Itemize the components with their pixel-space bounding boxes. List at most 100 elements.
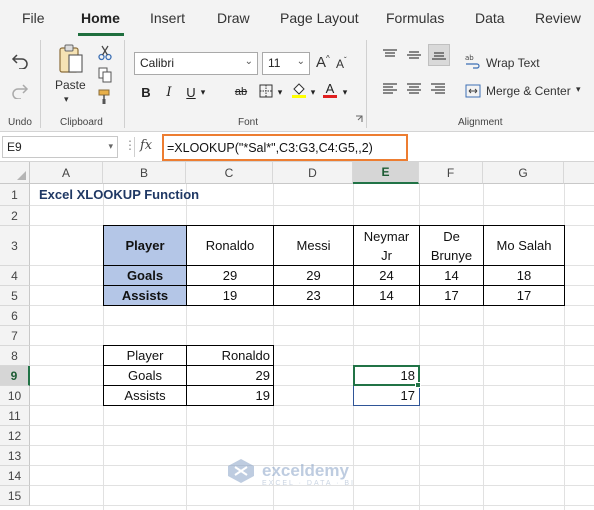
font-name-select[interactable]: Calibri ⌄ — [134, 52, 258, 75]
row-header-1[interactable]: 1 — [0, 184, 30, 206]
redo-icon[interactable] — [8, 80, 32, 102]
tab-draw[interactable]: Draw — [217, 10, 250, 26]
shrink-font-button[interactable]: Aˇ — [336, 56, 347, 71]
merge-center-button[interactable]: Merge & Center — [486, 84, 571, 98]
bold-button[interactable]: B — [138, 82, 154, 102]
main-table-goals-cell[interactable]: 29 — [186, 265, 274, 286]
main-table-assists-cell[interactable]: 14 — [353, 285, 420, 306]
font-dialog-launcher-icon[interactable] — [354, 114, 364, 124]
font-size-select[interactable]: 11 ⌄ — [262, 52, 310, 75]
main-table-player-name[interactable]: Neymar Jr — [353, 225, 420, 266]
undo-icon[interactable] — [8, 50, 32, 72]
lookup-label-assists[interactable]: Assists — [103, 385, 187, 406]
tab-page-layout[interactable]: Page Layout — [280, 10, 359, 26]
main-table-row-label-goals[interactable]: Goals — [103, 265, 187, 286]
wrap-text-button[interactable]: Wrap Text — [486, 56, 540, 70]
row-header-5[interactable]: 5 — [0, 286, 30, 306]
tab-file[interactable]: File — [22, 10, 45, 26]
strikethrough-button[interactable]: ab — [232, 82, 250, 102]
wrap-text-icon[interactable]: ab — [464, 52, 482, 70]
merge-center-dropdown-icon[interactable]: ▾ — [576, 84, 581, 95]
main-table-assists-cell[interactable]: 17 — [483, 285, 565, 306]
format-painter-icon[interactable] — [96, 88, 114, 106]
paste-label[interactable]: Paste — [55, 78, 86, 92]
formula-input[interactable]: =XLOOKUP("*Sal*",C3:G3,C4:G5,,2) — [162, 134, 408, 161]
tab-home[interactable]: Home — [81, 10, 120, 26]
main-table-player-name[interactable]: De Brunye — [419, 225, 484, 266]
paste-dropdown-icon[interactable]: ▾ — [64, 94, 69, 105]
copy-icon[interactable] — [96, 66, 114, 84]
paste-icon[interactable] — [54, 42, 88, 76]
lookup-value-assists[interactable]: 19 — [186, 385, 274, 406]
column-header-c[interactable]: C — [186, 162, 273, 184]
row-header-2[interactable]: 2 — [0, 206, 30, 226]
row-header-10[interactable]: 10 — [0, 386, 30, 406]
main-table-goals-cell[interactable]: 18 — [483, 265, 565, 286]
main-table-goals-cell[interactable]: 14 — [419, 265, 484, 286]
svg-text:ab: ab — [465, 54, 474, 62]
insert-function-icon[interactable]: fx — [140, 138, 152, 153]
align-left-icon[interactable] — [380, 80, 400, 98]
lookup-value-goals[interactable]: 29 — [186, 365, 274, 386]
fill-color-icon[interactable] — [290, 80, 308, 100]
row-header-12[interactable]: 12 — [0, 426, 30, 446]
main-table-player-name[interactable]: Mo Salah — [483, 225, 565, 266]
gridline — [30, 445, 594, 446]
main-table-goals-cell[interactable]: 29 — [273, 265, 354, 286]
tab-insert[interactable]: Insert — [150, 10, 185, 26]
sheet-title[interactable]: Excel XLOOKUP Function — [39, 187, 199, 202]
fill-color-dropdown-icon[interactable]: ▾ — [308, 82, 318, 102]
italic-button[interactable]: I — [162, 82, 176, 102]
align-right-icon[interactable] — [428, 80, 448, 98]
main-table-header-player[interactable]: Player — [103, 225, 187, 266]
lookup-label-goals[interactable]: Goals — [103, 365, 187, 386]
row-header-6[interactable]: 6 — [0, 306, 30, 326]
font-group-label: Font — [238, 117, 259, 128]
select-all-button[interactable] — [0, 162, 30, 184]
align-center-icon[interactable] — [404, 80, 424, 98]
tab-data[interactable]: Data — [475, 10, 505, 26]
underline-dropdown-icon[interactable]: ▾ — [198, 82, 208, 102]
row-header-11[interactable]: 11 — [0, 406, 30, 426]
row-header-3[interactable]: 3 — [0, 226, 30, 266]
row-header-4[interactable]: 4 — [0, 266, 30, 286]
gridline — [30, 425, 594, 426]
borders-icon[interactable] — [258, 83, 274, 99]
merge-center-icon[interactable] — [464, 82, 482, 100]
main-table-assists-cell[interactable]: 17 — [419, 285, 484, 306]
result-goals-cell[interactable]: 18 — [354, 366, 418, 385]
tab-review[interactable]: Review — [535, 10, 581, 26]
column-header-a[interactable]: A — [30, 162, 103, 184]
font-color-dropdown-icon[interactable]: ▾ — [340, 82, 350, 102]
row-header-9[interactable]: 9 — [0, 366, 30, 386]
main-table-player-name[interactable]: Messi — [273, 225, 354, 266]
borders-dropdown-icon[interactable]: ▾ — [275, 82, 285, 102]
row-header-7[interactable]: 7 — [0, 326, 30, 346]
main-table-player-name[interactable]: Ronaldo — [186, 225, 274, 266]
align-middle-icon[interactable] — [404, 46, 424, 64]
column-header-d[interactable]: D — [273, 162, 353, 184]
main-table-assists-cell[interactable]: 19 — [186, 285, 274, 306]
column-header-g[interactable]: G — [483, 162, 564, 184]
lookup-label-player[interactable]: Player — [103, 345, 187, 366]
lookup-value-player[interactable]: Ronaldo — [186, 345, 274, 366]
align-top-icon[interactable] — [380, 46, 400, 64]
cut-icon[interactable] — [96, 44, 114, 62]
name-box[interactable]: E9 ▾ — [2, 136, 118, 158]
underline-button[interactable]: U — [184, 82, 198, 102]
align-bottom-icon[interactable] — [428, 44, 450, 66]
font-color-icon[interactable]: A — [322, 80, 338, 100]
main-table-row-label-assists[interactable]: Assists — [103, 285, 187, 306]
column-header-b[interactable]: B — [103, 162, 186, 184]
main-table-assists-cell[interactable]: 23 — [273, 285, 354, 306]
row-header-14[interactable]: 14 — [0, 466, 30, 486]
main-table-goals-cell[interactable]: 24 — [353, 265, 420, 286]
row-header-13[interactable]: 13 — [0, 446, 30, 466]
grow-font-button[interactable]: A^ — [316, 54, 330, 71]
result-assists-cell[interactable]: 17 — [354, 386, 418, 405]
tab-formulas[interactable]: Formulas — [386, 10, 444, 26]
column-header-f[interactable]: F — [419, 162, 483, 184]
column-header-e[interactable]: E — [353, 162, 419, 184]
row-header-15[interactable]: 15 — [0, 486, 30, 506]
row-header-8[interactable]: 8 — [0, 346, 30, 366]
